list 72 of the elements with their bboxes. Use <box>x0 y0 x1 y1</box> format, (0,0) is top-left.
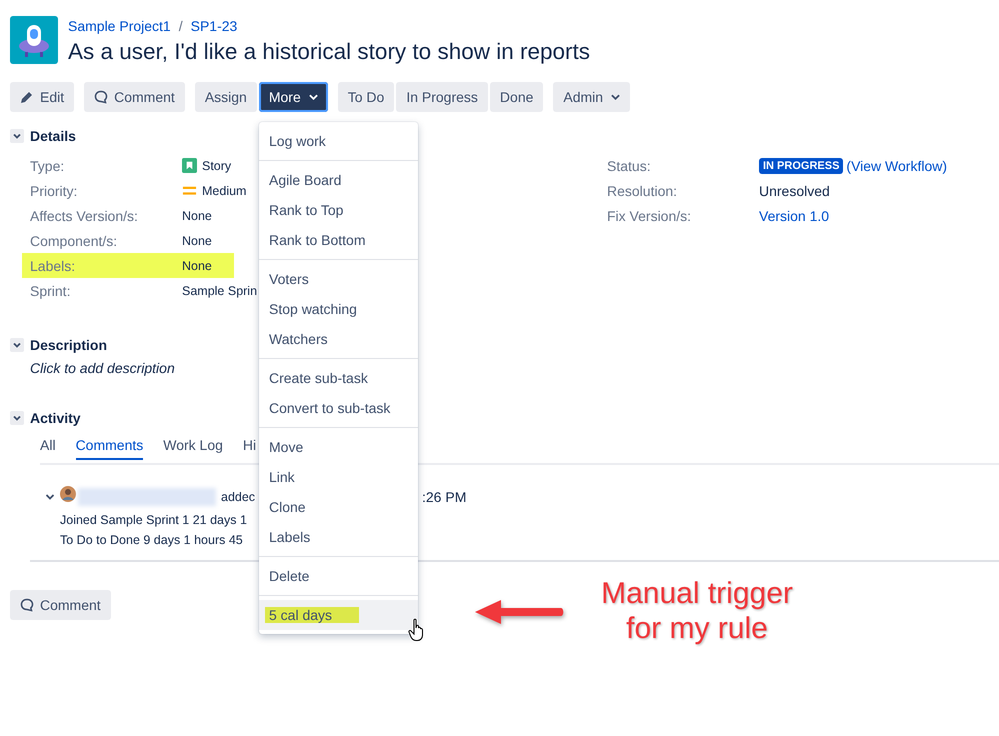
entry-text: To Do to Done 9 days 1 hours 45 <box>60 532 243 549</box>
issue-key-link[interactable]: SP1-23 <box>190 18 238 34</box>
bookmark-icon <box>182 158 197 173</box>
field-value: Unresolved <box>759 182 830 198</box>
chevron-icon[interactable] <box>10 129 24 143</box>
menu-item[interactable]: Rank to Top <box>259 195 418 225</box>
speech-bubble-icon <box>94 90 108 104</box>
annotation-text: Manual trigger for my rule <box>600 576 794 646</box>
project-link[interactable]: Sample Project1 <box>68 18 171 34</box>
field-value: None <box>182 258 212 272</box>
field-label: Labels: <box>30 258 76 274</box>
caret-icon <box>308 94 318 100</box>
menu-item[interactable]: Convert to sub-task <box>259 393 418 423</box>
field-label: Affects Version/s: <box>30 208 139 224</box>
status-badge: IN PROGRESS <box>759 158 844 174</box>
menu-item[interactable]: Clone <box>259 492 418 522</box>
field-label: Type: <box>30 158 66 174</box>
toolbar-button[interactable]: Assign <box>194 82 257 112</box>
toolbar-button[interactable]: Comment <box>84 82 185 112</box>
menu-item[interactable]: Rank to Bottom <box>259 225 418 255</box>
chevron-icon[interactable] <box>45 492 55 502</box>
section-heading: Activity <box>30 410 81 426</box>
activity-tab[interactable]: Work Log <box>163 437 223 460</box>
entry-time: :26 PM <box>422 489 466 505</box>
speech-bubble-icon <box>20 598 34 612</box>
toolbar-button[interactable]: In Progress <box>396 82 488 112</box>
field-label: Status: <box>607 158 652 174</box>
field-label: Fix Version/s: <box>607 208 692 224</box>
menu-item[interactable]: Delete <box>259 561 418 591</box>
section-heading: Description <box>30 337 108 353</box>
dropdown-button[interactable]: More <box>258 82 328 112</box>
issue-title: As a user, I'd like a historical story to show in reports <box>68 39 590 65</box>
breadcrumb-separator: / <box>178 18 183 34</box>
menu-item[interactable]: Log work <box>259 126 418 156</box>
menu-item[interactable]: Create sub-task <box>259 363 418 393</box>
field-label: Resolution: <box>607 182 678 198</box>
chevron-icon[interactable] <box>10 411 24 425</box>
field-value: None <box>182 234 212 248</box>
menu-item[interactable]: Labels <box>259 522 418 552</box>
version-link[interactable]: Version 1.0 <box>759 208 830 224</box>
menu-item[interactable]: Watchers <box>259 324 418 354</box>
entry-action: addec <box>221 490 256 504</box>
comment-button[interactable]: Comment <box>10 590 111 620</box>
field-label: Priority: <box>30 182 78 198</box>
avatar-icon <box>60 486 76 502</box>
menu-item[interactable]: Stop watching <box>259 294 418 324</box>
section-heading: Details <box>30 128 76 144</box>
activity-tab[interactable]: Hi <box>242 437 256 460</box>
caret-icon <box>611 94 620 100</box>
toolbar-button[interactable]: To Do <box>338 82 394 112</box>
field-value: None <box>182 208 212 222</box>
view-workflow-link[interactable]: (View Workflow) <box>846 158 948 174</box>
menu-item[interactable]: Agile Board <box>259 165 418 195</box>
activity-tab[interactable]: Comments <box>76 437 144 460</box>
field-label: Sprint: <box>30 282 72 298</box>
field-label: Component/s: <box>30 232 118 248</box>
chevron-icon[interactable] <box>10 338 24 352</box>
menu-item[interactable]: Voters <box>259 264 418 294</box>
field-value: Story <box>202 158 232 172</box>
dropdown-button[interactable]: Admin <box>553 82 630 112</box>
pencil-icon <box>20 90 34 104</box>
activity-tab[interactable]: All <box>40 437 56 460</box>
field-value: Sample Sprin <box>182 284 258 298</box>
menu-item[interactable]: Move <box>259 432 418 462</box>
toolbar-button[interactable]: Done <box>490 82 544 112</box>
ufo-icon <box>10 16 58 64</box>
entry-text: Joined Sample Sprint 1 21 days 1 <box>60 512 247 529</box>
description-placeholder[interactable]: Click to add description <box>30 360 175 376</box>
menu-item[interactable]: 5 cal days <box>259 600 418 630</box>
menu-item[interactable]: Link <box>259 462 418 492</box>
toolbar-button[interactable]: Edit <box>10 82 74 112</box>
field-value: Medium <box>202 184 246 198</box>
